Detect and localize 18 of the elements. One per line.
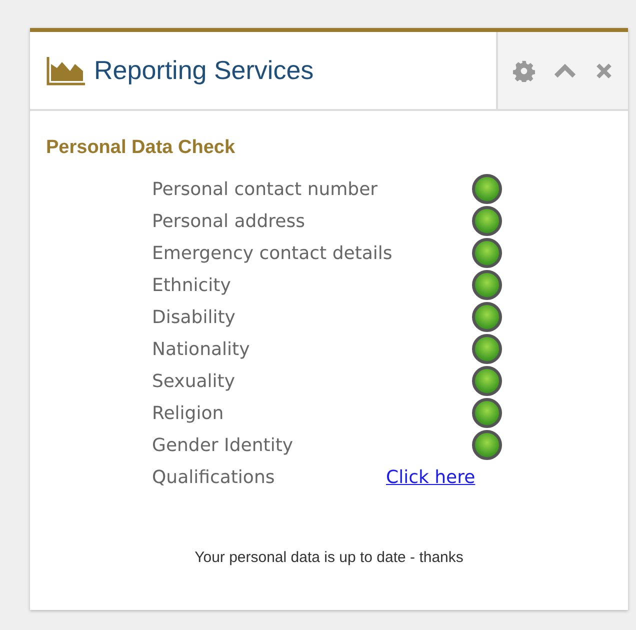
item-label: Ethnicity bbox=[152, 274, 231, 296]
settings-icon bbox=[513, 60, 535, 82]
chevron-up-icon bbox=[553, 62, 577, 78]
item-label: Religion bbox=[152, 402, 224, 424]
item-label: Gender Identity bbox=[152, 434, 294, 456]
panel-title: Reporting Services bbox=[94, 55, 314, 86]
item-label: Nationality bbox=[152, 338, 250, 360]
item-label: Emergency contact details bbox=[152, 242, 392, 264]
status-message: Your personal data is up to date - thanks bbox=[194, 549, 464, 566]
item-label: Personal contact number bbox=[152, 178, 378, 200]
item-label: Disability bbox=[152, 306, 236, 328]
area-chart-icon bbox=[46, 56, 86, 86]
item-label: Personal address bbox=[152, 210, 305, 232]
close-icon bbox=[595, 62, 613, 80]
section-title: Personal Data Check bbox=[46, 137, 236, 159]
item-label: Qualifications bbox=[152, 466, 275, 488]
item-label: Sexuality bbox=[152, 370, 235, 392]
click-here-link[interactable]: Click here bbox=[386, 466, 512, 488]
